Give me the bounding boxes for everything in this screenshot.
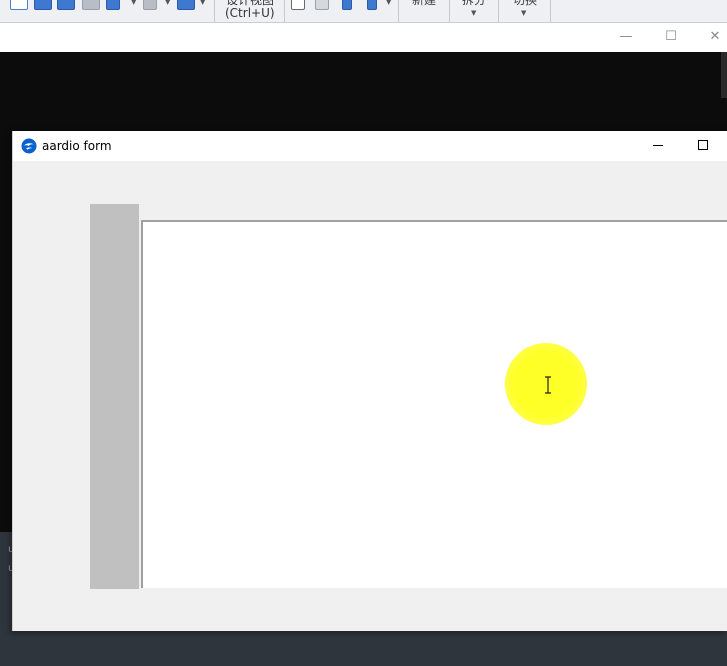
ribbon-separator bbox=[398, 0, 399, 22]
ribbon-separator bbox=[449, 0, 450, 22]
ide-minimize-button[interactable]: — bbox=[617, 29, 635, 45]
ide-titlebar: — ☐ ✕ bbox=[0, 23, 727, 52]
ide-maximize-button[interactable]: ☐ bbox=[662, 29, 680, 45]
form-titlebar[interactable]: aardio form bbox=[13, 131, 727, 161]
layout-icon[interactable] bbox=[291, 0, 305, 10]
design-view-shortcut[interactable]: (Ctrl+U) bbox=[225, 6, 275, 20]
ibeam-cursor-icon bbox=[545, 376, 551, 394]
pin-dropdown-icon[interactable]: ▼ bbox=[386, 0, 391, 6]
split-dropdown-icon[interactable]: ▼ bbox=[471, 9, 476, 17]
maximize-icon bbox=[698, 140, 708, 150]
disabled-tool-icon bbox=[82, 0, 100, 10]
form-title: aardio form bbox=[42, 139, 112, 153]
aardio-form-window: aardio form bbox=[12, 131, 727, 631]
bring-forward-icon[interactable] bbox=[57, 0, 75, 10]
arrange-dropdown-icon[interactable]: ▼ bbox=[200, 0, 205, 6]
undo-icon[interactable] bbox=[106, 0, 120, 10]
minimize-icon bbox=[653, 145, 663, 146]
ide-close-button[interactable]: ✕ bbox=[706, 29, 724, 45]
ribbon-separator bbox=[550, 0, 551, 22]
ribbon-separator bbox=[214, 0, 215, 22]
pin-alt-icon[interactable] bbox=[367, 0, 377, 10]
split-button[interactable]: 拆分 bbox=[462, 0, 486, 8]
switch-dropdown-icon[interactable]: ▼ bbox=[521, 9, 526, 17]
ribbon-separator bbox=[498, 0, 499, 22]
form-minimize-button[interactable] bbox=[648, 137, 668, 155]
new-button[interactable]: 新建 bbox=[412, 0, 436, 8]
aardio-logo-icon bbox=[21, 138, 37, 154]
arrange-icon[interactable] bbox=[177, 0, 195, 10]
ribbon-toolbar: ▼ ▼ ▼ 设计视图 (Ctrl+U) ▼ 新建 拆分 ▼ 切换 ▼ bbox=[0, 0, 727, 23]
rich-edit-box[interactable] bbox=[141, 220, 727, 588]
ribbon-separator bbox=[284, 0, 285, 22]
send-backward-icon[interactable] bbox=[34, 0, 52, 10]
redo-icon bbox=[143, 0, 157, 10]
editor-scrollbar[interactable] bbox=[721, 52, 727, 98]
redo-dropdown-icon: ▼ bbox=[165, 0, 171, 6]
select-icon[interactable] bbox=[10, 0, 28, 10]
undo-dropdown-icon[interactable]: ▼ bbox=[131, 0, 136, 6]
grid-icon[interactable] bbox=[315, 0, 329, 10]
pin-icon[interactable] bbox=[342, 0, 352, 10]
switch-button[interactable]: 切换 bbox=[513, 0, 537, 8]
line-number-gutter bbox=[90, 204, 139, 589]
form-maximize-button[interactable] bbox=[693, 137, 713, 155]
